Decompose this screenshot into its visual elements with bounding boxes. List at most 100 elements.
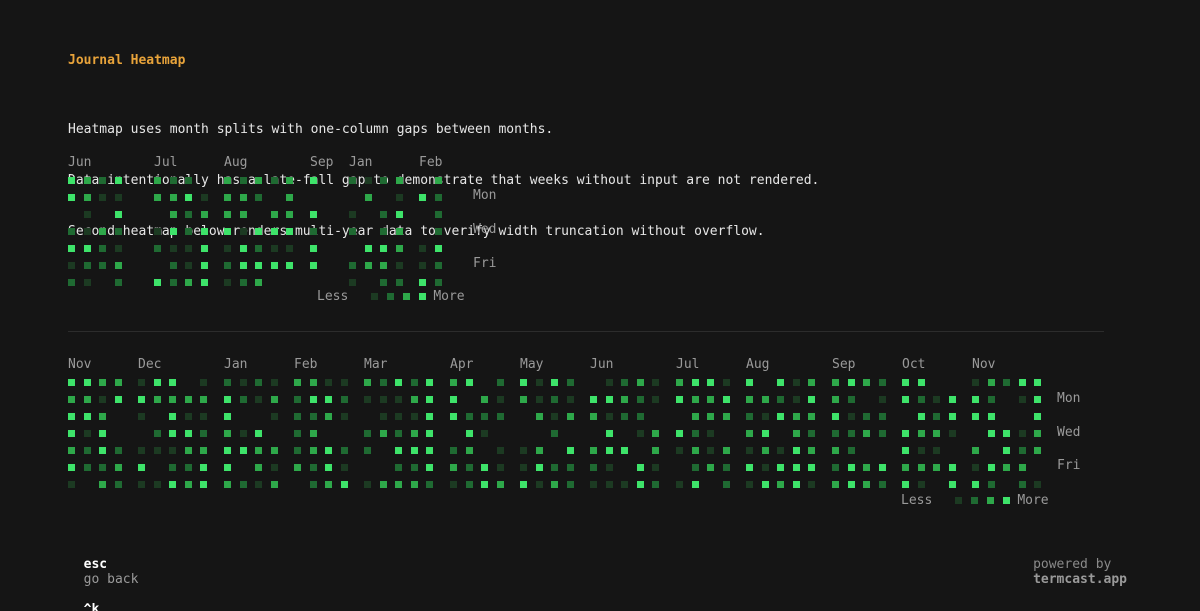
heatmap-cell	[496, 396, 504, 403]
heatmap-cell	[722, 413, 730, 420]
heatmap-cell	[434, 194, 442, 201]
heatmap-cell	[68, 279, 75, 286]
heatmap-cell	[255, 464, 263, 471]
heatmap-cell	[426, 379, 434, 386]
heatmap-cell	[808, 379, 816, 386]
heatmap-cell	[605, 396, 613, 403]
heatmap-cell	[605, 481, 613, 488]
heatmap-cell	[83, 430, 91, 437]
heatmap-cell	[270, 228, 278, 235]
heatmap-cell	[325, 413, 333, 420]
heatmap-cell	[200, 430, 208, 437]
heatmap-cell	[566, 481, 574, 488]
heatmap-cell	[286, 194, 294, 201]
month-label: Jun	[590, 357, 614, 372]
heatmap-cell	[948, 396, 956, 403]
heatmap-cell	[761, 430, 769, 437]
heatmap-cell	[349, 228, 356, 235]
heatmap-cell	[99, 379, 107, 386]
month-labels: Jun Jul Aug Sep Jan Feb	[68, 155, 508, 172]
heatmap-cell	[1034, 447, 1042, 454]
heatmap-cell	[169, 228, 177, 235]
heatmap-cell	[224, 194, 231, 201]
heatmap-cell	[535, 464, 543, 471]
heatmap-cell	[224, 464, 231, 471]
heatmap-cell	[364, 481, 371, 488]
heatmap-cell	[676, 396, 683, 403]
heatmap-cell	[153, 481, 161, 488]
heatmap-cell	[310, 228, 317, 235]
heatmap-cell	[154, 279, 161, 286]
heatmap-cell	[636, 379, 644, 386]
heatmap-cell	[68, 245, 75, 252]
heatmap-cell	[917, 447, 925, 454]
month-label: Dec	[138, 357, 162, 372]
heatmap-cell	[200, 211, 208, 218]
heatmap-cell	[520, 464, 527, 471]
heatmap-cell	[987, 379, 995, 386]
heatmap-cell	[933, 430, 941, 437]
heatmap-cell	[972, 413, 979, 420]
heatmap-cell	[707, 447, 715, 454]
heatmap-cell	[987, 464, 995, 471]
heatmap-cell	[605, 413, 613, 420]
brand-link[interactable]: termcast.app	[1033, 572, 1127, 587]
heatmap-cell	[114, 447, 122, 454]
heatmap-cell	[917, 464, 925, 471]
month-label: May	[520, 357, 544, 372]
legend-swatch	[403, 293, 411, 300]
heatmap-cell	[481, 464, 489, 471]
heatmap-cell	[972, 396, 979, 403]
back-shortcut-key[interactable]: esc	[84, 557, 107, 572]
heatmap-cell	[1034, 430, 1042, 437]
heatmap-cell	[185, 228, 193, 235]
heatmap-cell	[310, 245, 317, 252]
heatmap-cell	[652, 481, 660, 488]
heatmap-cell	[239, 262, 247, 269]
heatmap-cell	[1003, 447, 1011, 454]
back-shortcut-label[interactable]: go back	[84, 572, 139, 587]
heatmap-cell	[520, 379, 527, 386]
heatmap-cell	[239, 194, 247, 201]
month-label: Aug	[224, 155, 248, 170]
heatmap-recent: Jun Jul Aug Sep Jan Feb Mon Wed Fri Less…	[68, 155, 508, 305]
heatmap-cell	[948, 481, 956, 488]
heatmap-cell	[832, 447, 839, 454]
heatmap-cell	[395, 262, 403, 269]
heatmap-cell	[902, 430, 909, 437]
heatmap-cell	[808, 481, 816, 488]
heatmap-cell	[792, 481, 800, 488]
heatmap-cell	[114, 177, 122, 184]
heatmap-cell	[200, 481, 208, 488]
heatmap-cell	[691, 447, 699, 454]
heatmap-cell	[99, 413, 107, 420]
month-label: Jun	[68, 155, 92, 170]
heatmap-cell	[722, 396, 730, 403]
heatmap-cell	[917, 379, 925, 386]
heatmap-cell	[1034, 481, 1042, 488]
heatmap-cell	[309, 413, 317, 420]
heatmap-cell	[395, 379, 403, 386]
heatmap-cell	[255, 379, 263, 386]
heatmap-cell	[691, 430, 699, 437]
heatmap-cell	[239, 396, 247, 403]
heatmap-cell	[255, 430, 263, 437]
heatmap-cell	[707, 464, 715, 471]
heatmap-cell	[310, 177, 317, 184]
heatmap-cell	[808, 413, 816, 420]
heatmap-cell	[200, 464, 208, 471]
heatmap-cell	[832, 481, 839, 488]
heatmap-cell	[169, 447, 177, 454]
actions-shortcut-key[interactable]: ^k	[84, 602, 100, 611]
heatmap-cell	[200, 447, 208, 454]
heatmap-cell	[364, 430, 371, 437]
heatmap-cell	[777, 464, 785, 471]
description-line: Heatmap uses month splits with one-colum…	[68, 122, 554, 137]
heatmap-cell	[426, 447, 434, 454]
heatmap-cell	[434, 228, 442, 235]
heatmap-cell	[434, 245, 442, 252]
heatmap-cell	[169, 430, 177, 437]
heatmap-cell	[590, 413, 597, 420]
heatmap-cell	[621, 447, 629, 454]
heatmap-cell	[185, 262, 193, 269]
